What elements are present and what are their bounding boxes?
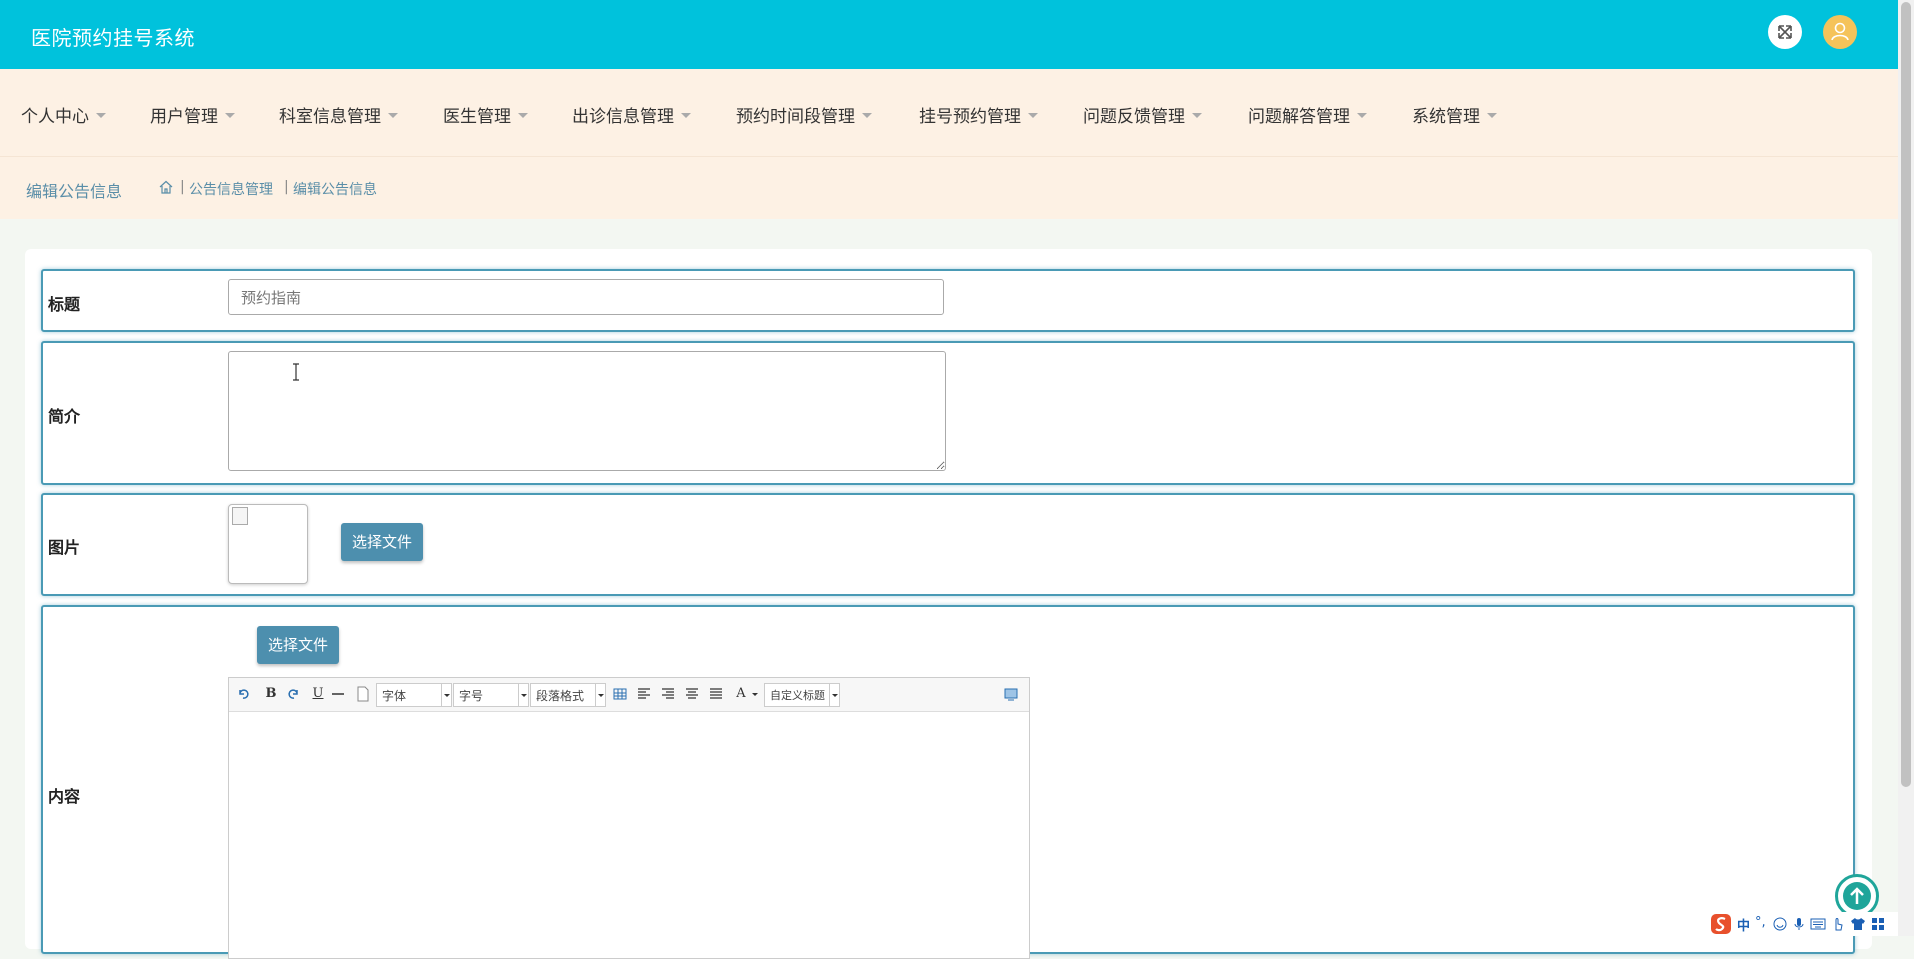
nav-item-user-management[interactable]: 用户管理	[150, 102, 235, 127]
nav-item-personal-center[interactable]: 个人中心	[21, 102, 106, 127]
breadcrumb-item-current: 编辑公告信息	[293, 182, 377, 198]
breadcrumb-item-notice-management[interactable]: 公告信息管理	[189, 179, 273, 199]
grid-menu-icon[interactable]	[1871, 917, 1885, 931]
broken-image-icon	[232, 507, 248, 525]
dropdown-arrow-icon	[518, 684, 528, 706]
caret-down-icon	[518, 112, 528, 118]
bold-icon[interactable]: B	[262, 686, 280, 701]
expand-icon	[1778, 25, 1792, 39]
nav-item-answer-management[interactable]: 问题解答管理	[1248, 102, 1367, 127]
caret-down-icon	[388, 112, 398, 118]
table-icon[interactable]	[613, 687, 627, 701]
shirt-skin-icon[interactable]	[1850, 917, 1866, 931]
content-choose-file-button[interactable]: 选择文件	[257, 626, 340, 664]
redo-icon[interactable]	[286, 687, 300, 701]
user-icon	[1831, 22, 1849, 41]
caret-down-icon	[1357, 112, 1367, 118]
title-label: 标题	[48, 295, 81, 314]
font-color-dropdown-icon[interactable]	[752, 693, 758, 696]
fullscreen-button[interactable]	[1768, 15, 1802, 49]
caret-down-icon	[225, 112, 235, 118]
page-scrollbar[interactable]	[1898, 0, 1914, 936]
scrollbar-thumb[interactable]	[1901, 2, 1911, 787]
intro-label: 简介	[48, 407, 81, 426]
align-justify-icon[interactable]	[709, 687, 723, 701]
rich-text-editor: B U 字体 字号 段落格式 A 自定义标题	[228, 677, 1030, 959]
top-header: 医院预约挂号系统	[0, 0, 1898, 69]
content-label: 内容	[48, 787, 81, 806]
hand-cursor-icon[interactable]	[1831, 917, 1845, 931]
nav-item-system-management[interactable]: 系统管理	[1412, 102, 1497, 127]
form-row-intro: 简介	[41, 341, 1855, 485]
breadcrumb-separator: |	[284, 179, 289, 195]
caret-down-icon	[1028, 112, 1038, 118]
ime-toolbar: 中 °,	[1707, 912, 1898, 936]
caret-down-icon	[96, 112, 106, 118]
align-center-icon[interactable]	[685, 687, 699, 701]
nav-item-feedback-management[interactable]: 问题反馈管理	[1083, 102, 1202, 127]
sogou-logo-icon[interactable]	[1710, 913, 1732, 935]
image-preview	[228, 504, 308, 584]
nav-item-time-slot-management[interactable]: 预约时间段管理	[736, 102, 872, 127]
dropdown-arrow-icon	[595, 684, 605, 706]
caret-down-icon	[1192, 112, 1202, 118]
smiley-icon[interactable]	[1773, 917, 1787, 931]
preview-icon[interactable]	[1004, 687, 1018, 701]
arrow-up-icon	[1843, 882, 1871, 910]
form-row-title: 标题	[41, 269, 1855, 332]
nav-item-department-management[interactable]: 科室信息管理	[279, 102, 398, 127]
app-title: 医院预约挂号系统	[31, 26, 195, 50]
align-right-icon[interactable]	[661, 687, 675, 701]
image-label: 图片	[48, 538, 81, 557]
nav-item-clinic-schedule-management[interactable]: 出诊信息管理	[572, 102, 691, 127]
custom-heading-select[interactable]: 自定义标题	[764, 683, 840, 707]
undo-icon[interactable]	[237, 687, 251, 701]
form-row-image: 图片 选择文件	[41, 493, 1855, 596]
ime-chinese-mode[interactable]: 中	[1737, 915, 1750, 934]
keyboard-icon[interactable]	[1810, 918, 1826, 930]
form-row-content: 内容 选择文件 B U 字体 字号 段落格式 A 自定义标题	[41, 605, 1855, 959]
horizontal-rule-icon[interactable]	[331, 687, 345, 701]
text-cursor-icon	[293, 363, 299, 381]
editor-toolbar: B U 字体 字号 段落格式 A 自定义标题	[229, 678, 1029, 712]
font-color-icon[interactable]: A	[732, 686, 750, 701]
nav-item-registration-management[interactable]: 挂号预约管理	[919, 102, 1038, 127]
underline-icon[interactable]: U	[309, 686, 327, 701]
caret-down-icon	[862, 112, 872, 118]
paragraph-format-select[interactable]: 段落格式	[530, 683, 606, 707]
breadcrumb-bar: 编辑公告信息 | 公告信息管理 | 编辑公告信息	[0, 156, 1898, 219]
page-title: 编辑公告信息	[26, 182, 123, 201]
microphone-icon[interactable]	[1793, 917, 1805, 931]
caret-down-icon	[1487, 112, 1497, 118]
image-choose-file-button[interactable]: 选择文件	[341, 523, 424, 561]
nav-item-doctor-management[interactable]: 医生管理	[443, 102, 528, 127]
font-family-select[interactable]: 字体	[376, 683, 452, 707]
intro-textarea[interactable]	[228, 351, 946, 471]
title-input[interactable]	[228, 279, 944, 315]
home-icon[interactable]	[158, 179, 174, 195]
user-avatar-button[interactable]	[1823, 15, 1857, 49]
paste-icon[interactable]	[356, 686, 370, 702]
main-nav: 个人中心 用户管理 科室信息管理 医生管理 出诊信息管理 预约时间段管理 挂号预…	[0, 69, 1898, 156]
dropdown-arrow-icon	[441, 684, 451, 706]
dropdown-arrow-icon	[829, 684, 839, 706]
font-size-select[interactable]: 字号	[453, 683, 529, 707]
editor-content-area[interactable]	[229, 712, 1029, 958]
ime-punctuation[interactable]: °,	[1755, 915, 1766, 930]
align-left-icon[interactable]	[637, 687, 651, 701]
caret-down-icon	[681, 112, 691, 118]
breadcrumb-separator: |	[180, 179, 185, 195]
